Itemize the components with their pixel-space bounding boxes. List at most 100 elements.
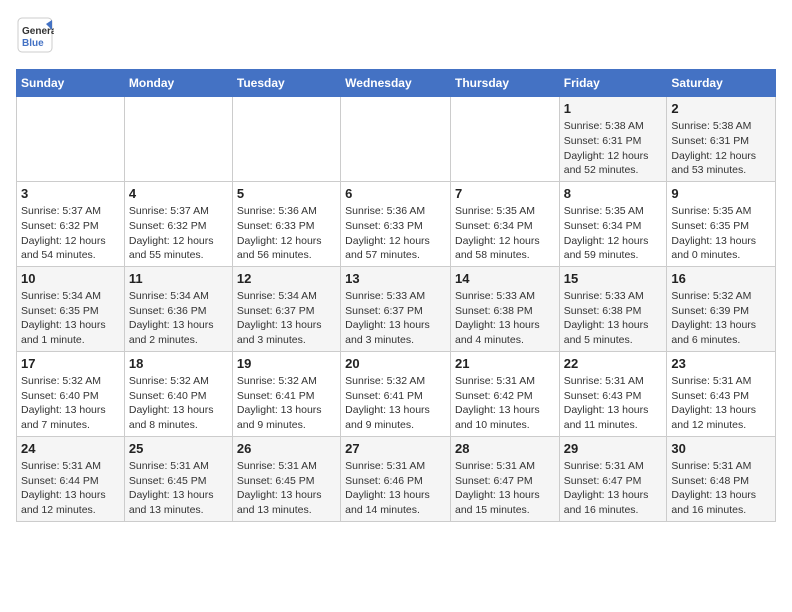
calendar-cell: 11Sunrise: 5:34 AMSunset: 6:36 PMDayligh… bbox=[124, 266, 232, 351]
day-number: 9 bbox=[671, 185, 771, 203]
page-header: General Blue bbox=[16, 16, 776, 59]
calendar-cell: 12Sunrise: 5:34 AMSunset: 6:37 PMDayligh… bbox=[232, 266, 340, 351]
cell-details: Sunrise: 5:33 AMSunset: 6:38 PMDaylight:… bbox=[455, 289, 555, 348]
day-number: 26 bbox=[237, 440, 336, 458]
calendar-cell: 5Sunrise: 5:36 AMSunset: 6:33 PMDaylight… bbox=[232, 181, 340, 266]
cell-details: Sunrise: 5:31 AMSunset: 6:45 PMDaylight:… bbox=[237, 459, 336, 518]
logo-icon: General Blue bbox=[16, 16, 54, 54]
cell-details: Sunrise: 5:31 AMSunset: 6:45 PMDaylight:… bbox=[129, 459, 228, 518]
calendar-cell: 18Sunrise: 5:32 AMSunset: 6:40 PMDayligh… bbox=[124, 351, 232, 436]
calendar-week-row: 24Sunrise: 5:31 AMSunset: 6:44 PMDayligh… bbox=[17, 436, 776, 521]
day-number: 28 bbox=[455, 440, 555, 458]
day-number: 20 bbox=[345, 355, 446, 373]
day-number: 14 bbox=[455, 270, 555, 288]
calendar-cell: 17Sunrise: 5:32 AMSunset: 6:40 PMDayligh… bbox=[17, 351, 125, 436]
cell-details: Sunrise: 5:35 AMSunset: 6:34 PMDaylight:… bbox=[455, 204, 555, 263]
weekday-header-friday: Friday bbox=[559, 70, 667, 97]
day-number: 16 bbox=[671, 270, 771, 288]
svg-text:Blue: Blue bbox=[22, 38, 44, 49]
calendar-cell: 25Sunrise: 5:31 AMSunset: 6:45 PMDayligh… bbox=[124, 436, 232, 521]
weekday-header-saturday: Saturday bbox=[667, 70, 776, 97]
cell-details: Sunrise: 5:33 AMSunset: 6:37 PMDaylight:… bbox=[345, 289, 446, 348]
weekday-header-tuesday: Tuesday bbox=[232, 70, 340, 97]
day-number: 19 bbox=[237, 355, 336, 373]
cell-details: Sunrise: 5:31 AMSunset: 6:47 PMDaylight:… bbox=[455, 459, 555, 518]
cell-details: Sunrise: 5:38 AMSunset: 6:31 PMDaylight:… bbox=[564, 119, 663, 178]
calendar-week-row: 17Sunrise: 5:32 AMSunset: 6:40 PMDayligh… bbox=[17, 351, 776, 436]
weekday-header-thursday: Thursday bbox=[450, 70, 559, 97]
calendar-cell: 29Sunrise: 5:31 AMSunset: 6:47 PMDayligh… bbox=[559, 436, 667, 521]
logo: General Blue bbox=[16, 16, 56, 59]
calendar-cell bbox=[124, 97, 232, 182]
day-number: 12 bbox=[237, 270, 336, 288]
day-number: 8 bbox=[564, 185, 663, 203]
day-number: 25 bbox=[129, 440, 228, 458]
calendar-cell: 28Sunrise: 5:31 AMSunset: 6:47 PMDayligh… bbox=[450, 436, 559, 521]
day-number: 1 bbox=[564, 100, 663, 118]
calendar-cell: 26Sunrise: 5:31 AMSunset: 6:45 PMDayligh… bbox=[232, 436, 340, 521]
calendar-cell: 10Sunrise: 5:34 AMSunset: 6:35 PMDayligh… bbox=[17, 266, 125, 351]
calendar-cell: 23Sunrise: 5:31 AMSunset: 6:43 PMDayligh… bbox=[667, 351, 776, 436]
cell-details: Sunrise: 5:35 AMSunset: 6:35 PMDaylight:… bbox=[671, 204, 771, 263]
weekday-header-sunday: Sunday bbox=[17, 70, 125, 97]
calendar-cell: 24Sunrise: 5:31 AMSunset: 6:44 PMDayligh… bbox=[17, 436, 125, 521]
day-number: 5 bbox=[237, 185, 336, 203]
calendar-cell: 4Sunrise: 5:37 AMSunset: 6:32 PMDaylight… bbox=[124, 181, 232, 266]
cell-details: Sunrise: 5:31 AMSunset: 6:46 PMDaylight:… bbox=[345, 459, 446, 518]
calendar-table: SundayMondayTuesdayWednesdayThursdayFrid… bbox=[16, 69, 776, 522]
calendar-cell: 16Sunrise: 5:32 AMSunset: 6:39 PMDayligh… bbox=[667, 266, 776, 351]
calendar-week-row: 1Sunrise: 5:38 AMSunset: 6:31 PMDaylight… bbox=[17, 97, 776, 182]
day-number: 21 bbox=[455, 355, 555, 373]
day-number: 7 bbox=[455, 185, 555, 203]
calendar-cell: 7Sunrise: 5:35 AMSunset: 6:34 PMDaylight… bbox=[450, 181, 559, 266]
day-number: 3 bbox=[21, 185, 120, 203]
calendar-cell: 15Sunrise: 5:33 AMSunset: 6:38 PMDayligh… bbox=[559, 266, 667, 351]
day-number: 4 bbox=[129, 185, 228, 203]
calendar-cell: 14Sunrise: 5:33 AMSunset: 6:38 PMDayligh… bbox=[450, 266, 559, 351]
cell-details: Sunrise: 5:31 AMSunset: 6:43 PMDaylight:… bbox=[671, 374, 771, 433]
svg-text:General: General bbox=[22, 26, 54, 37]
cell-details: Sunrise: 5:35 AMSunset: 6:34 PMDaylight:… bbox=[564, 204, 663, 263]
cell-details: Sunrise: 5:37 AMSunset: 6:32 PMDaylight:… bbox=[21, 204, 120, 263]
day-number: 24 bbox=[21, 440, 120, 458]
cell-details: Sunrise: 5:32 AMSunset: 6:39 PMDaylight:… bbox=[671, 289, 771, 348]
day-number: 23 bbox=[671, 355, 771, 373]
day-number: 22 bbox=[564, 355, 663, 373]
weekday-header-wednesday: Wednesday bbox=[341, 70, 451, 97]
cell-details: Sunrise: 5:32 AMSunset: 6:41 PMDaylight:… bbox=[345, 374, 446, 433]
calendar-week-row: 10Sunrise: 5:34 AMSunset: 6:35 PMDayligh… bbox=[17, 266, 776, 351]
calendar-cell: 27Sunrise: 5:31 AMSunset: 6:46 PMDayligh… bbox=[341, 436, 451, 521]
cell-details: Sunrise: 5:31 AMSunset: 6:42 PMDaylight:… bbox=[455, 374, 555, 433]
cell-details: Sunrise: 5:34 AMSunset: 6:37 PMDaylight:… bbox=[237, 289, 336, 348]
day-number: 6 bbox=[345, 185, 446, 203]
calendar-cell: 2Sunrise: 5:38 AMSunset: 6:31 PMDaylight… bbox=[667, 97, 776, 182]
calendar-cell bbox=[17, 97, 125, 182]
day-number: 2 bbox=[671, 100, 771, 118]
cell-details: Sunrise: 5:36 AMSunset: 6:33 PMDaylight:… bbox=[345, 204, 446, 263]
calendar-cell: 19Sunrise: 5:32 AMSunset: 6:41 PMDayligh… bbox=[232, 351, 340, 436]
calendar-cell bbox=[232, 97, 340, 182]
calendar-cell: 6Sunrise: 5:36 AMSunset: 6:33 PMDaylight… bbox=[341, 181, 451, 266]
cell-details: Sunrise: 5:31 AMSunset: 6:48 PMDaylight:… bbox=[671, 459, 771, 518]
cell-details: Sunrise: 5:33 AMSunset: 6:38 PMDaylight:… bbox=[564, 289, 663, 348]
weekday-header-monday: Monday bbox=[124, 70, 232, 97]
cell-details: Sunrise: 5:31 AMSunset: 6:44 PMDaylight:… bbox=[21, 459, 120, 518]
calendar-cell: 20Sunrise: 5:32 AMSunset: 6:41 PMDayligh… bbox=[341, 351, 451, 436]
weekday-header-row: SundayMondayTuesdayWednesdayThursdayFrid… bbox=[17, 70, 776, 97]
calendar-cell: 22Sunrise: 5:31 AMSunset: 6:43 PMDayligh… bbox=[559, 351, 667, 436]
calendar-cell bbox=[450, 97, 559, 182]
cell-details: Sunrise: 5:32 AMSunset: 6:40 PMDaylight:… bbox=[21, 374, 120, 433]
cell-details: Sunrise: 5:36 AMSunset: 6:33 PMDaylight:… bbox=[237, 204, 336, 263]
cell-details: Sunrise: 5:37 AMSunset: 6:32 PMDaylight:… bbox=[129, 204, 228, 263]
day-number: 10 bbox=[21, 270, 120, 288]
calendar-cell: 1Sunrise: 5:38 AMSunset: 6:31 PMDaylight… bbox=[559, 97, 667, 182]
cell-details: Sunrise: 5:38 AMSunset: 6:31 PMDaylight:… bbox=[671, 119, 771, 178]
cell-details: Sunrise: 5:34 AMSunset: 6:35 PMDaylight:… bbox=[21, 289, 120, 348]
day-number: 27 bbox=[345, 440, 446, 458]
day-number: 17 bbox=[21, 355, 120, 373]
day-number: 13 bbox=[345, 270, 446, 288]
calendar-cell: 30Sunrise: 5:31 AMSunset: 6:48 PMDayligh… bbox=[667, 436, 776, 521]
cell-details: Sunrise: 5:32 AMSunset: 6:41 PMDaylight:… bbox=[237, 374, 336, 433]
calendar-cell: 3Sunrise: 5:37 AMSunset: 6:32 PMDaylight… bbox=[17, 181, 125, 266]
cell-details: Sunrise: 5:31 AMSunset: 6:47 PMDaylight:… bbox=[564, 459, 663, 518]
